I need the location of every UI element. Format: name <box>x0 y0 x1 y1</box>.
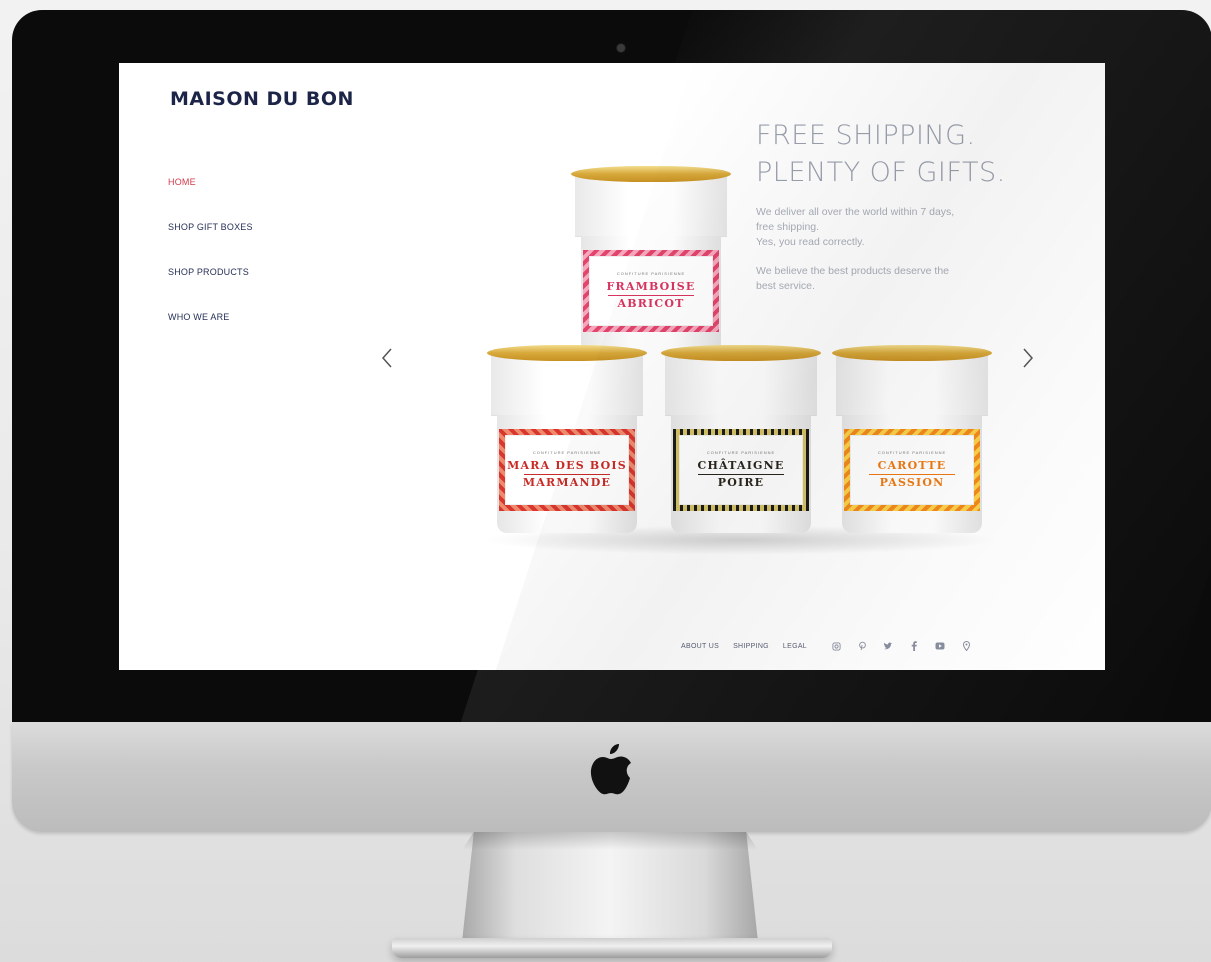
jar-lid <box>487 345 647 361</box>
hero-copy: We deliver all over the world within 7 d… <box>756 205 1036 294</box>
jar-lid <box>661 345 821 361</box>
apple-logo-icon <box>586 740 636 800</box>
jar-label: CONFITURE PARISIENNE MARA DES BOIS MARMA… <box>499 429 635 511</box>
hero-copy-line: Yes, you read correctly. <box>756 236 865 248</box>
jar-flavor-line2: ABRICOT <box>617 297 685 310</box>
hero-copy-line: free shipping. <box>756 221 820 233</box>
carousel-prev-button[interactable] <box>375 341 399 375</box>
jar-flavor-line2: PASSION <box>879 476 945 489</box>
social-links <box>831 641 971 651</box>
jar-label: CONFITURE PARISIENNE FRAMBOISE ABRICOT <box>583 250 719 332</box>
chevron-right-icon <box>1023 348 1034 368</box>
jar-maker: CONFITURE PARISIENNE <box>706 450 776 455</box>
jar-flavor-line2: POIRE <box>717 476 765 489</box>
location-pin-icon[interactable] <box>961 641 971 651</box>
hero-headline-line1: FREE SHIPPING. <box>756 120 976 151</box>
product-jar-framboise-abricot[interactable]: CONFITURE PARISIENNE FRAMBOISE ABRICOT <box>571 166 731 362</box>
instagram-icon[interactable] <box>831 641 841 651</box>
hero-copy-line: We believe the best products deserve the <box>756 265 950 277</box>
jar-label: CONFITURE PARISIENNE CHÂTAIGNE POIRE <box>673 429 809 511</box>
carousel-next-button[interactable] <box>1016 341 1040 375</box>
chevron-left-icon <box>381 348 392 368</box>
youtube-icon[interactable] <box>935 641 945 651</box>
footer-link-shipping[interactable]: SHIPPING <box>733 643 769 650</box>
footer-link-legal[interactable]: LEGAL <box>783 643 807 650</box>
website-screen: MAISON DU BON HOME SHOP GIFT BOXES SHOP … <box>119 63 1105 670</box>
jar-lid <box>571 166 731 182</box>
jar-maker: CONFITURE PARISIENNE <box>532 450 602 455</box>
nav-item-shop-gift-boxes[interactable]: SHOP GIFT BOXES <box>168 221 253 266</box>
product-jar-mara-des-bois-marmande[interactable]: CONFITURE PARISIENNE MARA DES BOIS MARMA… <box>487 345 647 541</box>
nav-item-home[interactable]: HOME <box>168 176 253 221</box>
hero-copy-line: We deliver all over the world within 7 d… <box>756 206 955 218</box>
monitor-stand-shadow <box>462 832 758 850</box>
twitter-icon[interactable] <box>883 641 893 651</box>
jar-lid <box>832 345 992 361</box>
jar-maker: CONFITURE PARISIENNE <box>877 450 947 455</box>
jar-flavor-line1: MARA DES BOIS <box>507 459 627 472</box>
product-jar-carotte-passion[interactable]: CONFITURE PARISIENNE CAROTTE PASSION <box>832 345 992 541</box>
hero-headline-line2: PLENTY OF GIFTS. <box>756 157 1006 188</box>
product-jar-chataigne-poire[interactable]: CONFITURE PARISIENNE CHÂTAIGNE POIRE <box>661 345 821 541</box>
jar-flavor-line2: MARMANDE <box>522 476 612 489</box>
hero-headline: FREE SHIPPING. PLENTY OF GIFTS. <box>756 117 1006 191</box>
jar-label: CONFITURE PARISIENNE CAROTTE PASSION <box>844 429 980 511</box>
jar-maker: CONFITURE PARISIENNE <box>616 271 686 276</box>
facebook-icon[interactable] <box>909 641 919 651</box>
site-brand-logo[interactable]: MAISON DU BON <box>170 88 354 110</box>
hero-copy-line: best service. <box>756 280 815 292</box>
pinterest-icon[interactable] <box>857 641 867 651</box>
monitor-base <box>392 938 832 958</box>
nav-item-shop-products[interactable]: SHOP PRODUCTS <box>168 266 253 311</box>
jar-flavor-line1: CHÂTAIGNE <box>697 459 785 472</box>
jar-flavor-line1: CAROTTE <box>877 459 947 472</box>
footer-link-about-us[interactable]: ABOUT US <box>681 643 719 650</box>
site-footer: ABOUT US SHIPPING LEGAL <box>681 639 971 653</box>
jar-flavor-line1: FRAMBOISE <box>606 280 696 293</box>
camera-dot <box>617 44 625 52</box>
main-navigation: HOME SHOP GIFT BOXES SHOP PRODUCTS WHO W… <box>168 176 253 356</box>
nav-item-who-we-are[interactable]: WHO WE ARE <box>168 311 253 356</box>
